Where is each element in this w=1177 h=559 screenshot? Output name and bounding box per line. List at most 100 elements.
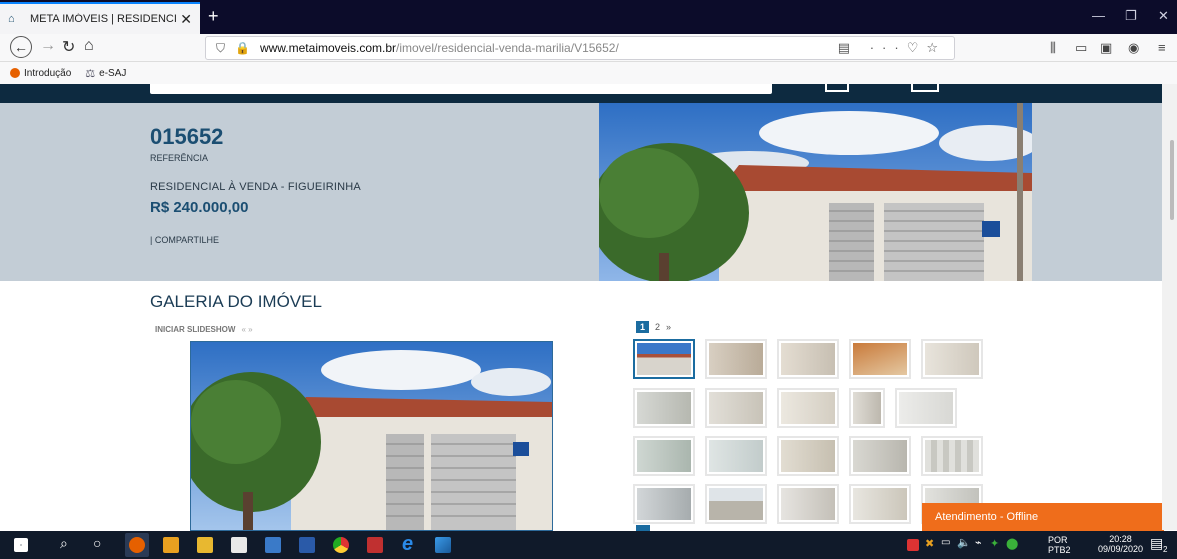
url-path: /imovel/residencial-venda-marilia/V15652… (396, 41, 619, 55)
thumbnail[interactable] (849, 484, 911, 524)
tray-app-icon[interactable] (907, 539, 919, 551)
listing-reference: 015652 (150, 124, 224, 149)
pocket-icon[interactable]: ♡ (907, 40, 927, 55)
slideshow-arrows[interactable]: « » (241, 325, 252, 334)
site-favicon-icon: ⌂ (8, 13, 15, 25)
app-photo-icon[interactable] (435, 537, 451, 553)
bookmark-esaj[interactable]: ⚖ e-SAJ (85, 67, 126, 80)
volume-icon[interactable]: 🔈 (957, 536, 971, 549)
gallery-thumbnails (633, 339, 985, 529)
house-image (599, 103, 1032, 281)
extension-icon[interactable]: ▣ (1100, 40, 1112, 56)
app-icon[interactable] (265, 537, 281, 553)
keyboard-layout: PTB2 (1048, 545, 1071, 555)
tray-security-icon[interactable]: ⬤ (1006, 537, 1018, 550)
hero-photo[interactable] (599, 103, 1032, 281)
language-indicator[interactable]: POR PTB2 (1048, 535, 1071, 555)
notification-count: 2 (1163, 545, 1168, 554)
thumbnail[interactable] (633, 484, 695, 524)
reference-label: REFERÊNCIA (150, 153, 209, 163)
page-actions-menu-icon[interactable]: ··· (870, 40, 907, 55)
thumbnail[interactable] (705, 436, 767, 476)
minimize-icon[interactable]: — (1092, 8, 1105, 23)
store-icon[interactable] (231, 537, 247, 553)
sidebar-icon[interactable]: ▭ (1075, 40, 1087, 56)
thumbnail[interactable] (921, 339, 983, 379)
scrollbar-thumb[interactable] (1170, 140, 1174, 220)
tab-close-icon[interactable]: ✕ (180, 11, 192, 28)
windows-taskbar: ⌕ ○ e ✖ ▭ 🔈 ⌁ ✦ ⬤ ▤ 2 (0, 531, 1177, 559)
thumbnail[interactable] (777, 388, 839, 428)
thumbnail[interactable] (705, 339, 767, 379)
app-red-icon[interactable] (367, 537, 383, 553)
start-icon[interactable] (14, 538, 28, 552)
language-code: POR (1048, 535, 1068, 545)
network-icon[interactable]: ⌁ (975, 536, 982, 549)
gallery-main-photo[interactable] (190, 341, 553, 531)
browser-tab-bar: ⌂ META IMÓVEIS | RESIDENCIAL / ✕ + — ❐ ✕ (0, 0, 1177, 34)
hamburger-menu-icon[interactable]: ≡ (1158, 40, 1166, 55)
thumbnail[interactable] (633, 339, 695, 379)
file-explorer-icon[interactable] (197, 537, 213, 553)
browser-tab[interactable]: ⌂ META IMÓVEIS | RESIDENCIAL / ✕ (0, 2, 200, 34)
insecure-lock-icon[interactable]: 🔒 (235, 41, 250, 55)
header-icon-2[interactable] (911, 84, 939, 92)
notifications-icon[interactable]: ▤ (1150, 535, 1163, 552)
slideshow-label[interactable]: INICIAR SLIDESHOW (155, 325, 235, 334)
system-clock[interactable]: 20:28 09/09/2020 (1098, 534, 1143, 554)
page-2-link[interactable]: 2 (655, 322, 660, 332)
chrome-icon[interactable] (333, 537, 349, 553)
gallery-house-image (191, 342, 552, 530)
thumbnail[interactable] (633, 388, 695, 428)
thumbnail[interactable] (895, 388, 957, 428)
thumbnail[interactable] (633, 436, 695, 476)
battery-icon[interactable]: ▭ (941, 537, 950, 548)
header-icon-1[interactable] (825, 84, 849, 92)
thumbnail[interactable] (705, 484, 767, 524)
reload-icon[interactable]: ↻ (62, 37, 75, 57)
restore-icon[interactable]: ❐ (1125, 8, 1137, 24)
clock-time: 20:28 (1109, 534, 1132, 544)
tracking-shield-icon[interactable]: ⛉ (216, 41, 225, 56)
header-icons (825, 84, 945, 94)
page-1-link[interactable]: 1 (636, 321, 650, 333)
tray-tools-icon[interactable]: ✖ (925, 537, 934, 550)
bookmarks-bar: Introdução ⚖ e-SAJ (0, 62, 1177, 84)
thumbnail[interactable] (849, 339, 911, 379)
thumbnail[interactable] (921, 436, 983, 476)
site-search-input[interactable] (150, 84, 772, 94)
thumbnail[interactable] (777, 339, 839, 379)
firefox-icon (10, 68, 20, 78)
library-icon[interactable]: ⫼ (1050, 40, 1056, 56)
thumbnail[interactable] (777, 484, 839, 524)
forward-icon[interactable]: → (40, 37, 56, 55)
bookmark-star-icon[interactable]: ☆ (926, 40, 946, 55)
address-bar[interactable]: ⛉ 🔒 www.metaimoveis.com.br /imovel/resid… (205, 36, 955, 60)
thumbnail[interactable] (849, 388, 885, 428)
chat-widget[interactable]: Atendimento - Offline (922, 503, 1164, 531)
search-icon[interactable]: ⌕ (60, 535, 68, 552)
thumbnail[interactable] (777, 436, 839, 476)
internet-explorer-icon[interactable]: e (402, 533, 413, 556)
window-close-icon[interactable]: ✕ (1158, 8, 1169, 24)
tray-green-icon[interactable]: ✦ (990, 537, 999, 550)
tab-title: META IMÓVEIS | RESIDENCIAL / (30, 13, 177, 25)
back-icon[interactable]: ← (10, 36, 32, 58)
slideshow-control[interactable]: INICIAR SLIDESHOW « » (155, 325, 253, 334)
word-icon[interactable] (299, 537, 315, 553)
new-tab-button[interactable]: + (208, 6, 219, 27)
cortana-icon[interactable]: ○ (93, 535, 101, 551)
account-icon[interactable]: ◉ (1128, 40, 1139, 56)
home-icon[interactable]: ⌂ (84, 37, 94, 55)
bookmark-introducao[interactable]: Introdução (10, 68, 71, 79)
next-page-link[interactable]: » (666, 322, 671, 332)
reader-view-icon[interactable]: ▤ (838, 40, 858, 55)
thumbnail[interactable] (705, 388, 767, 428)
thumbnail[interactable] (849, 436, 911, 476)
outlook-icon[interactable] (163, 537, 179, 553)
page-actions: ▤ ···♡☆ (838, 40, 946, 56)
scales-icon: ⚖ (85, 67, 96, 80)
gallery-title: GALERIA DO IMÓVEL (150, 292, 322, 311)
share-link[interactable]: | COMPARTILHE (150, 235, 219, 245)
listing-subtitle: RESIDENCIAL À VENDA - FIGUEIRINHA (150, 181, 361, 193)
